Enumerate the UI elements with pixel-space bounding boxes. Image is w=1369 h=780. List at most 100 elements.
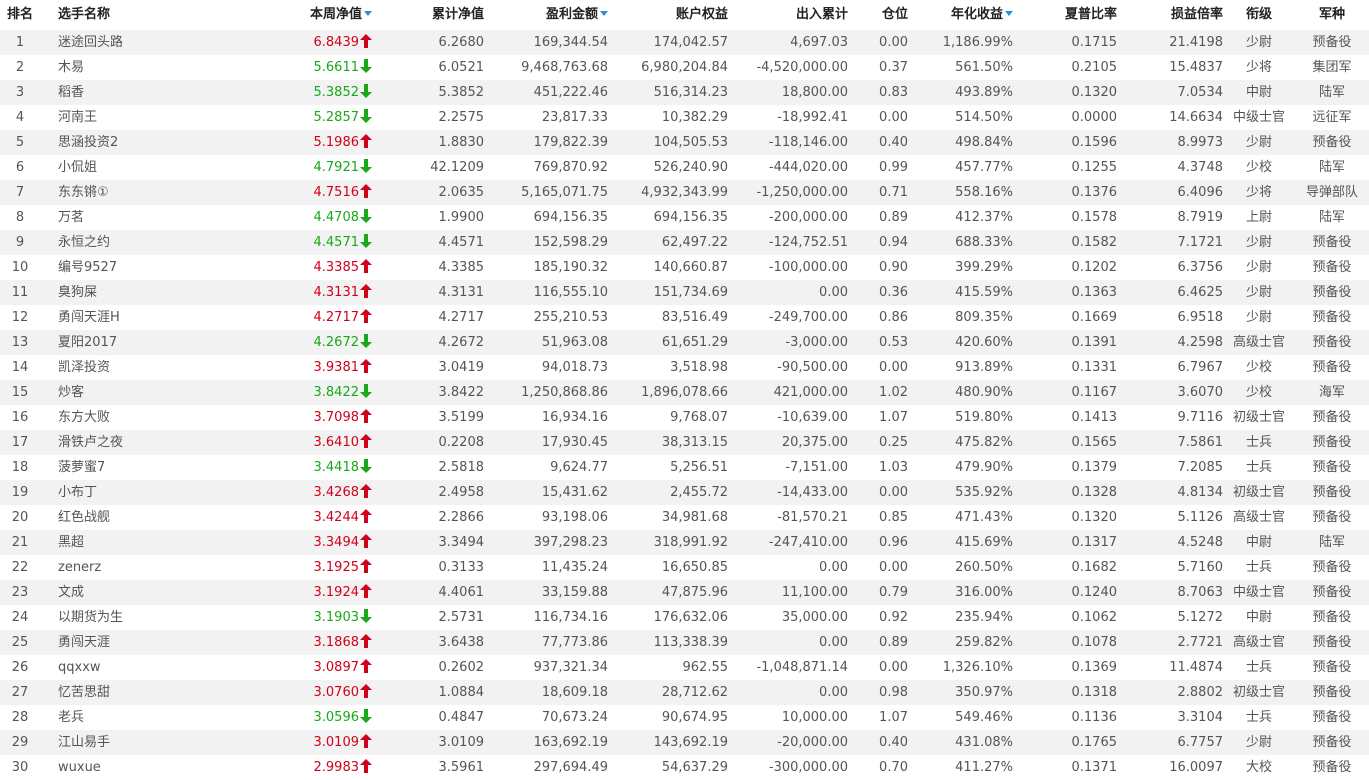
cell-player-name[interactable]: 以期货为生 [40, 605, 190, 630]
cell-nav: 3.0760 [190, 680, 376, 705]
table-row[interactable]: 23 文成 3.1924 4.4061 33,159.88 47,875.96 … [0, 580, 1369, 605]
table-row[interactable]: 22 zenerz 3.1925 0.3133 11,435.24 16,650… [0, 555, 1369, 580]
cell-profit: 33,159.88 [541, 585, 608, 600]
cell-sharpe: 0.1596 [1071, 135, 1118, 150]
cell-player-name[interactable]: 勇闯天涯H [40, 305, 190, 330]
cell-player-name[interactable]: 迷途回头路 [40, 30, 190, 55]
table-row[interactable]: 16 东方大败 3.7098 3.5199 16,934.16 9,768.07… [0, 405, 1369, 430]
header-profit[interactable]: 盈利金额 [484, 0, 608, 30]
header-branch[interactable]: 军种 [1295, 0, 1369, 30]
table-row[interactable]: 9 永恒之约 4.4571 4.4571 152,598.29 62,497.2… [0, 230, 1369, 255]
cell-equity: 90,674.95 [661, 710, 728, 725]
cell-player-name[interactable]: 老兵 [40, 705, 190, 730]
table-row[interactable]: 21 黑超 3.3494 3.3494 397,298.23 318,991.9… [0, 530, 1369, 555]
cell-player-name[interactable]: 编号9527 [40, 255, 190, 280]
cell-rank-title: 高级士官 [1232, 635, 1285, 650]
table-row[interactable]: 6 小侃姐 4.7921 42.1209 769,870.92 526,240.… [0, 155, 1369, 180]
table-row[interactable]: 17 滑铁卢之夜 3.6410 0.2208 17,930.45 38,313.… [0, 430, 1369, 455]
table-row[interactable]: 18 菠萝蜜7 3.4418 2.5818 9,624.77 5,256.51 … [0, 455, 1369, 480]
header-rank-title[interactable]: 衔级 [1223, 0, 1295, 30]
header-pl-ratio[interactable]: 损益倍率 [1117, 0, 1223, 30]
cell-player-name[interactable]: wuxue [40, 755, 190, 780]
header-annual[interactable]: 年化收益 [908, 0, 1013, 30]
table-row[interactable]: 14 凯泽投资 3.9381 3.0419 94,018.73 3,518.98… [0, 355, 1369, 380]
cell-pl-ratio: 4.3748 [1177, 160, 1224, 175]
cell-player-name[interactable]: 思涵投资2 [40, 130, 190, 155]
header-position[interactable]: 仓位 [848, 0, 908, 30]
cell-rank-title: 少将 [1245, 60, 1272, 75]
header-equity[interactable]: 账户权益 [608, 0, 728, 30]
header-cum-nav[interactable]: 累计净值 [376, 0, 484, 30]
cell-player-name[interactable]: 炒客 [40, 380, 190, 405]
header-nav[interactable]: 本周净值 [190, 0, 376, 30]
table-row[interactable]: 25 勇闯天涯 3.1868 3.6438 77,773.86 113,338.… [0, 630, 1369, 655]
cell-pl-ratio: 6.3756 [1177, 260, 1224, 275]
cell-player-name[interactable]: 木易 [40, 55, 190, 80]
cell-player-name[interactable]: 菠萝蜜7 [40, 455, 190, 480]
cell-sharpe: 0.0000 [1071, 110, 1118, 125]
table-row[interactable]: 29 江山易手 3.0109 3.0109 163,692.19 143,692… [0, 730, 1369, 755]
sort-down-icon[interactable] [600, 9, 608, 17]
cell-branch: 预备役 [1312, 560, 1352, 575]
cell-player-name[interactable]: 东东锵① [40, 180, 190, 205]
cell-sharpe: 0.1376 [1071, 185, 1118, 200]
cell-player-name[interactable]: 江山易手 [40, 730, 190, 755]
cell-branch: 预备役 [1312, 260, 1352, 275]
header-name[interactable]: 选手名称 [40, 0, 190, 30]
nav-value: 3.4244 [313, 510, 360, 525]
cell-sharpe: 0.1391 [1071, 335, 1118, 350]
cell-player-name[interactable]: 勇闯天涯 [40, 630, 190, 655]
cell-player-name[interactable]: 夏阳2017 [40, 330, 190, 355]
table-row[interactable]: 8 万茗 4.4708 1.9900 694,156.35 694,156.35… [0, 205, 1369, 230]
cell-branch: 预备役 [1312, 685, 1352, 700]
cell-player-name[interactable]: 忆苦思甜 [40, 680, 190, 705]
table-row[interactable]: 11 臭狗屎 4.3131 4.3131 116,555.10 151,734.… [0, 280, 1369, 305]
cell-nav: 3.1925 [190, 555, 376, 580]
cell-pl-ratio: 5.7160 [1177, 560, 1224, 575]
cell-player-name[interactable]: 红色战舰 [40, 505, 190, 530]
cell-player-name[interactable]: zenerz [40, 555, 190, 580]
header-sharpe[interactable]: 夏普比率 [1013, 0, 1117, 30]
sort-down-icon[interactable] [1005, 9, 1013, 17]
table-row[interactable]: 28 老兵 3.0596 0.4847 70,673.24 90,674.95 … [0, 705, 1369, 730]
nav-value: 3.1925 [313, 560, 360, 575]
cell-player-name[interactable]: 小侃姐 [40, 155, 190, 180]
cell-player-name[interactable]: qqxxw [40, 655, 190, 680]
table-row[interactable]: 27 忆苦思甜 3.0760 1.0884 18,609.18 28,712.6… [0, 680, 1369, 705]
cell-flow: -7,151.00 [785, 460, 848, 475]
table-row[interactable]: 5 思涵投资2 5.1986 1.8830 179,822.39 104,505… [0, 130, 1369, 155]
header-rank[interactable]: 排名 [0, 0, 40, 30]
sort-down-icon[interactable] [364, 9, 372, 17]
table-row[interactable]: 1 迷途回头路 6.8439 6.2680 169,344.54 174,042… [0, 30, 1369, 55]
header-flow[interactable]: 出入累计 [728, 0, 848, 30]
cell-player-name[interactable]: 东方大败 [40, 405, 190, 430]
cell-sharpe: 0.1317 [1071, 535, 1118, 550]
cell-player-name[interactable]: 黑超 [40, 530, 190, 555]
cell-position: 0.00 [879, 560, 908, 575]
table-row[interactable]: 10 编号9527 4.3385 4.3385 185,190.32 140,6… [0, 255, 1369, 280]
cell-player-name[interactable]: 河南王 [40, 105, 190, 130]
cell-player-name[interactable]: 稻香 [40, 80, 190, 105]
cell-pl-ratio: 6.7967 [1177, 360, 1224, 375]
table-row[interactable]: 13 夏阳2017 4.2672 4.2672 51,963.08 61,651… [0, 330, 1369, 355]
table-row[interactable]: 15 炒客 3.8422 3.8422 1,250,868.86 1,896,0… [0, 380, 1369, 405]
table-row[interactable]: 7 东东锵① 4.7516 2.0635 5,165,071.75 4,932,… [0, 180, 1369, 205]
cell-player-name[interactable]: 文成 [40, 580, 190, 605]
cell-player-name[interactable]: 臭狗屎 [40, 280, 190, 305]
table-row[interactable]: 24 以期货为生 3.1903 2.5731 116,734.16 176,63… [0, 605, 1369, 630]
table-row[interactable]: 20 红色战舰 3.4244 2.2866 93,198.06 34,981.6… [0, 505, 1369, 530]
table-row[interactable]: 26 qqxxw 3.0897 0.2602 937,321.34 962.55… [0, 655, 1369, 680]
cell-player-name[interactable]: 万茗 [40, 205, 190, 230]
cell-pl-ratio: 2.7721 [1177, 635, 1224, 650]
table-row[interactable]: 12 勇闯天涯H 4.2717 4.2717 255,210.53 83,516… [0, 305, 1369, 330]
nav-value: 3.0596 [313, 710, 360, 725]
table-row[interactable]: 30 wuxue 2.9983 3.5961 297,694.49 54,637… [0, 755, 1369, 780]
cell-player-name[interactable]: 小布丁 [40, 480, 190, 505]
cell-player-name[interactable]: 永恒之约 [40, 230, 190, 255]
table-row[interactable]: 2 木易 5.6611 6.0521 9,468,763.68 6,980,20… [0, 55, 1369, 80]
table-row[interactable]: 4 河南王 5.2857 2.2575 23,817.33 10,382.29 … [0, 105, 1369, 130]
table-row[interactable]: 19 小布丁 3.4268 2.4958 15,431.62 2,455.72 … [0, 480, 1369, 505]
cell-player-name[interactable]: 滑铁卢之夜 [40, 430, 190, 455]
cell-player-name[interactable]: 凯泽投资 [40, 355, 190, 380]
table-row[interactable]: 3 稻香 5.3852 5.3852 451,222.46 516,314.23… [0, 80, 1369, 105]
